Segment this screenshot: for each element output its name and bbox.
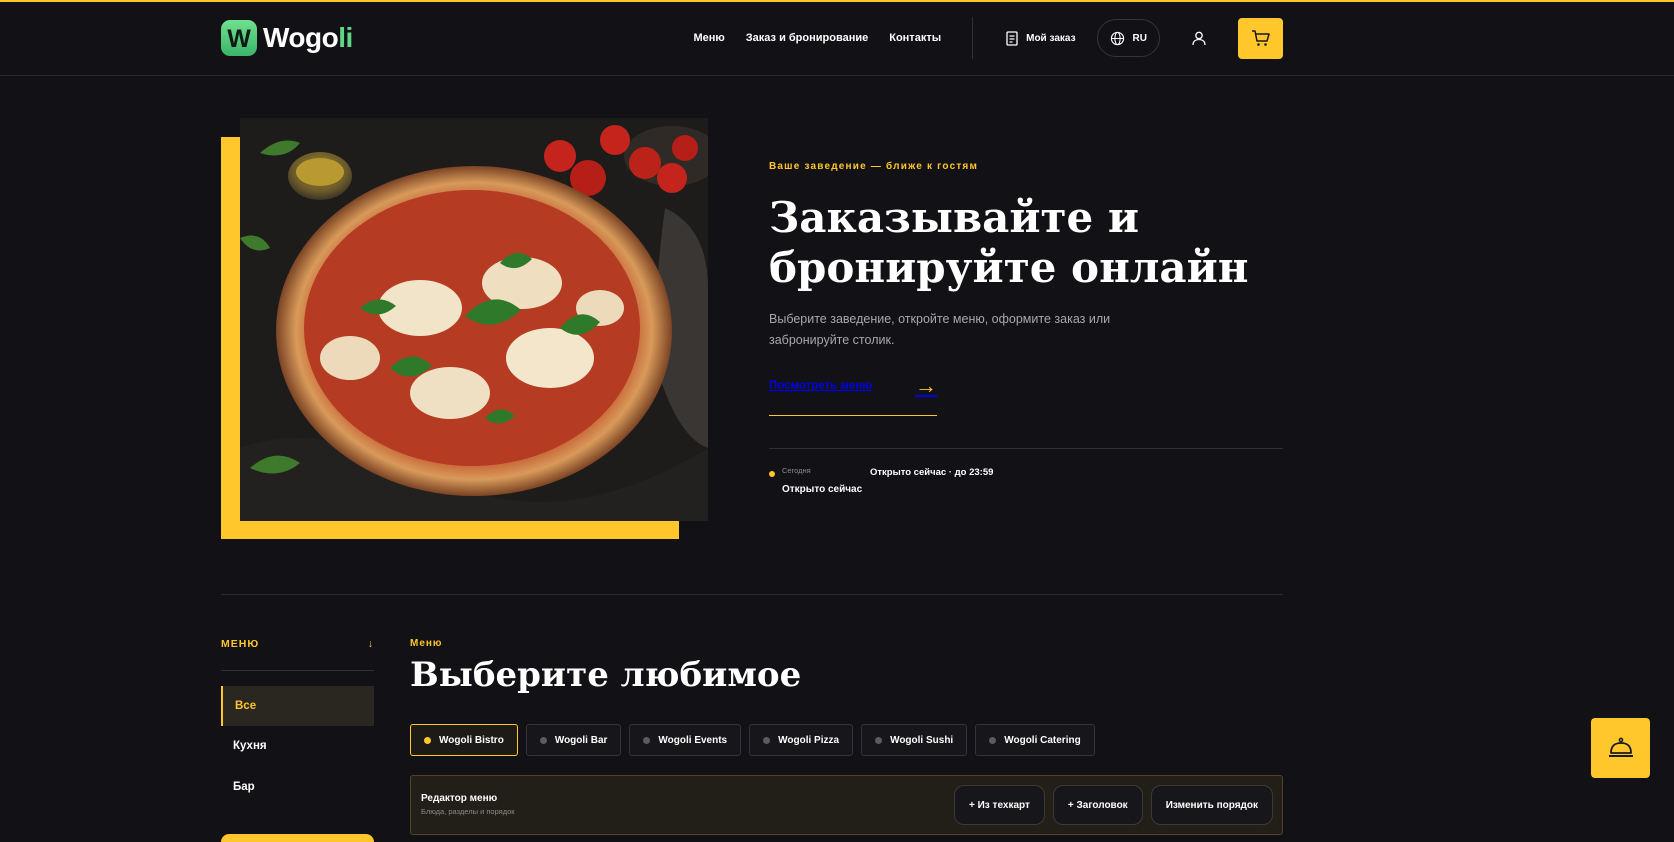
sidebar-header[interactable]: МЕНЮ ↓ — [221, 638, 374, 650]
header-divider — [0, 75, 1674, 76]
nav-link-menu[interactable]: Меню — [693, 32, 724, 44]
venue-chips: Wogoli Bistro Wogoli Bar Wogoli Events W… — [410, 724, 1095, 756]
hero-title-line-2: бронируйте онлайн — [769, 243, 1249, 292]
nav-link-booking[interactable]: Заказ и бронирование — [746, 32, 868, 44]
service-bell-icon — [1608, 737, 1633, 757]
change-order-button[interactable]: Изменить порядок — [1150, 785, 1273, 825]
menu-editor-title: Редактор меню — [421, 793, 498, 804]
sidebar-item-all[interactable]: Все — [221, 686, 374, 726]
venue-chip-bar[interactable]: Wogoli Bar — [525, 724, 622, 756]
menu-title: Выберите любимое — [410, 655, 802, 695]
nav-divider — [972, 17, 974, 59]
chip-label: Wogoli Catering — [1004, 734, 1081, 746]
language-label: RU — [1132, 32, 1147, 44]
sidebar-item-kitchen[interactable]: Кухня — [221, 726, 374, 766]
add-heading-button[interactable]: + Заголовок — [1052, 785, 1143, 825]
chip-dot — [424, 736, 431, 744]
chip-dot — [643, 736, 651, 744]
hero-divider — [769, 448, 1283, 449]
logo-text: Wogoli — [263, 22, 353, 53]
hero-title: Заказывайте и бронируйте онлайн — [769, 193, 1289, 293]
chip-label: Wogoli Events — [658, 734, 728, 746]
user-icon — [1192, 31, 1206, 45]
language-switcher[interactable]: RU — [1096, 19, 1160, 57]
status-day-label: Сегодня — [782, 466, 811, 475]
hero-eyebrow: Ваше заведение — ближе к гостям — [769, 161, 979, 172]
hero-title-line-1: Заказывайте и — [769, 193, 1140, 242]
cart-button[interactable] — [1238, 17, 1283, 59]
call-waiter-button[interactable] — [1591, 718, 1650, 778]
sidebar-action-button[interactable] — [221, 834, 374, 842]
main-nav: Меню Заказ и бронирование Контакты Мой з… — [693, 17, 1283, 59]
status-open-now: Открыто сейчас — [782, 484, 863, 495]
venue-chip-sushi[interactable]: Wogoli Sushi — [861, 724, 968, 756]
menu-editor-panel: Редактор меню Блюда, разделы и порядок +… — [410, 775, 1283, 835]
venue-chip-bistro[interactable]: Wogoli Bistro — [410, 724, 518, 756]
open-status-dot — [769, 471, 775, 477]
hero-description: Выберите заведение, откройте меню, оформ… — [769, 312, 1111, 347]
logo[interactable]: W Wogoli — [221, 20, 353, 56]
chip-dot — [989, 736, 997, 744]
logo-mark: W — [221, 20, 257, 56]
nav-link-contacts[interactable]: Контакты — [889, 32, 941, 44]
sidebar-item-bar[interactable]: Бар — [221, 767, 374, 807]
venue-chip-events[interactable]: Wogoli Events — [629, 724, 742, 756]
section-divider — [221, 594, 1283, 595]
my-order-label: Мой заказ — [1026, 32, 1076, 44]
venue-chip-catering[interactable]: Wogoli Catering — [975, 724, 1095, 756]
cart-icon — [1251, 30, 1270, 46]
menu-editor-subtitle: Блюда, разделы и порядок — [421, 807, 515, 816]
chip-label: Wogoli Bar — [554, 734, 608, 746]
chip-label: Wogoli Sushi — [890, 734, 954, 746]
chip-dot — [763, 736, 771, 744]
site-header: W Wogoli Меню Заказ и бронирование Конта… — [221, 2, 1283, 74]
menu-eyebrow: Меню — [410, 638, 443, 649]
my-order-button[interactable]: Мой заказ — [1006, 30, 1076, 46]
venue-chip-pizza[interactable]: Wogoli Pizza — [749, 724, 854, 756]
chip-dot — [539, 736, 547, 744]
chip-label: Wogoli Bistro — [439, 734, 504, 746]
menu-editor-actions: + Из техкарт + Заголовок Изменить порядо… — [954, 785, 1273, 825]
arrow-right-icon: → — [915, 373, 937, 398]
sidebar-divider — [221, 670, 374, 671]
chip-dot — [875, 736, 883, 744]
status-hours: Открыто сейчас · до 23:59 — [870, 467, 994, 478]
account-button[interactable] — [1181, 20, 1217, 56]
arrow-down-icon: ↓ — [367, 638, 374, 650]
chip-label: Wogoli Pizza — [778, 734, 840, 746]
view-menu-link[interactable]: Посмотреть меню → — [769, 373, 937, 416]
add-from-techcards-button[interactable]: + Из техкарт — [954, 785, 1045, 825]
receipt-icon — [1006, 30, 1018, 46]
view-menu-label: Посмотреть меню — [769, 380, 873, 392]
sidebar-title: МЕНЮ — [221, 638, 260, 650]
hero-pizza-image — [240, 118, 708, 521]
globe-icon — [1110, 31, 1124, 45]
